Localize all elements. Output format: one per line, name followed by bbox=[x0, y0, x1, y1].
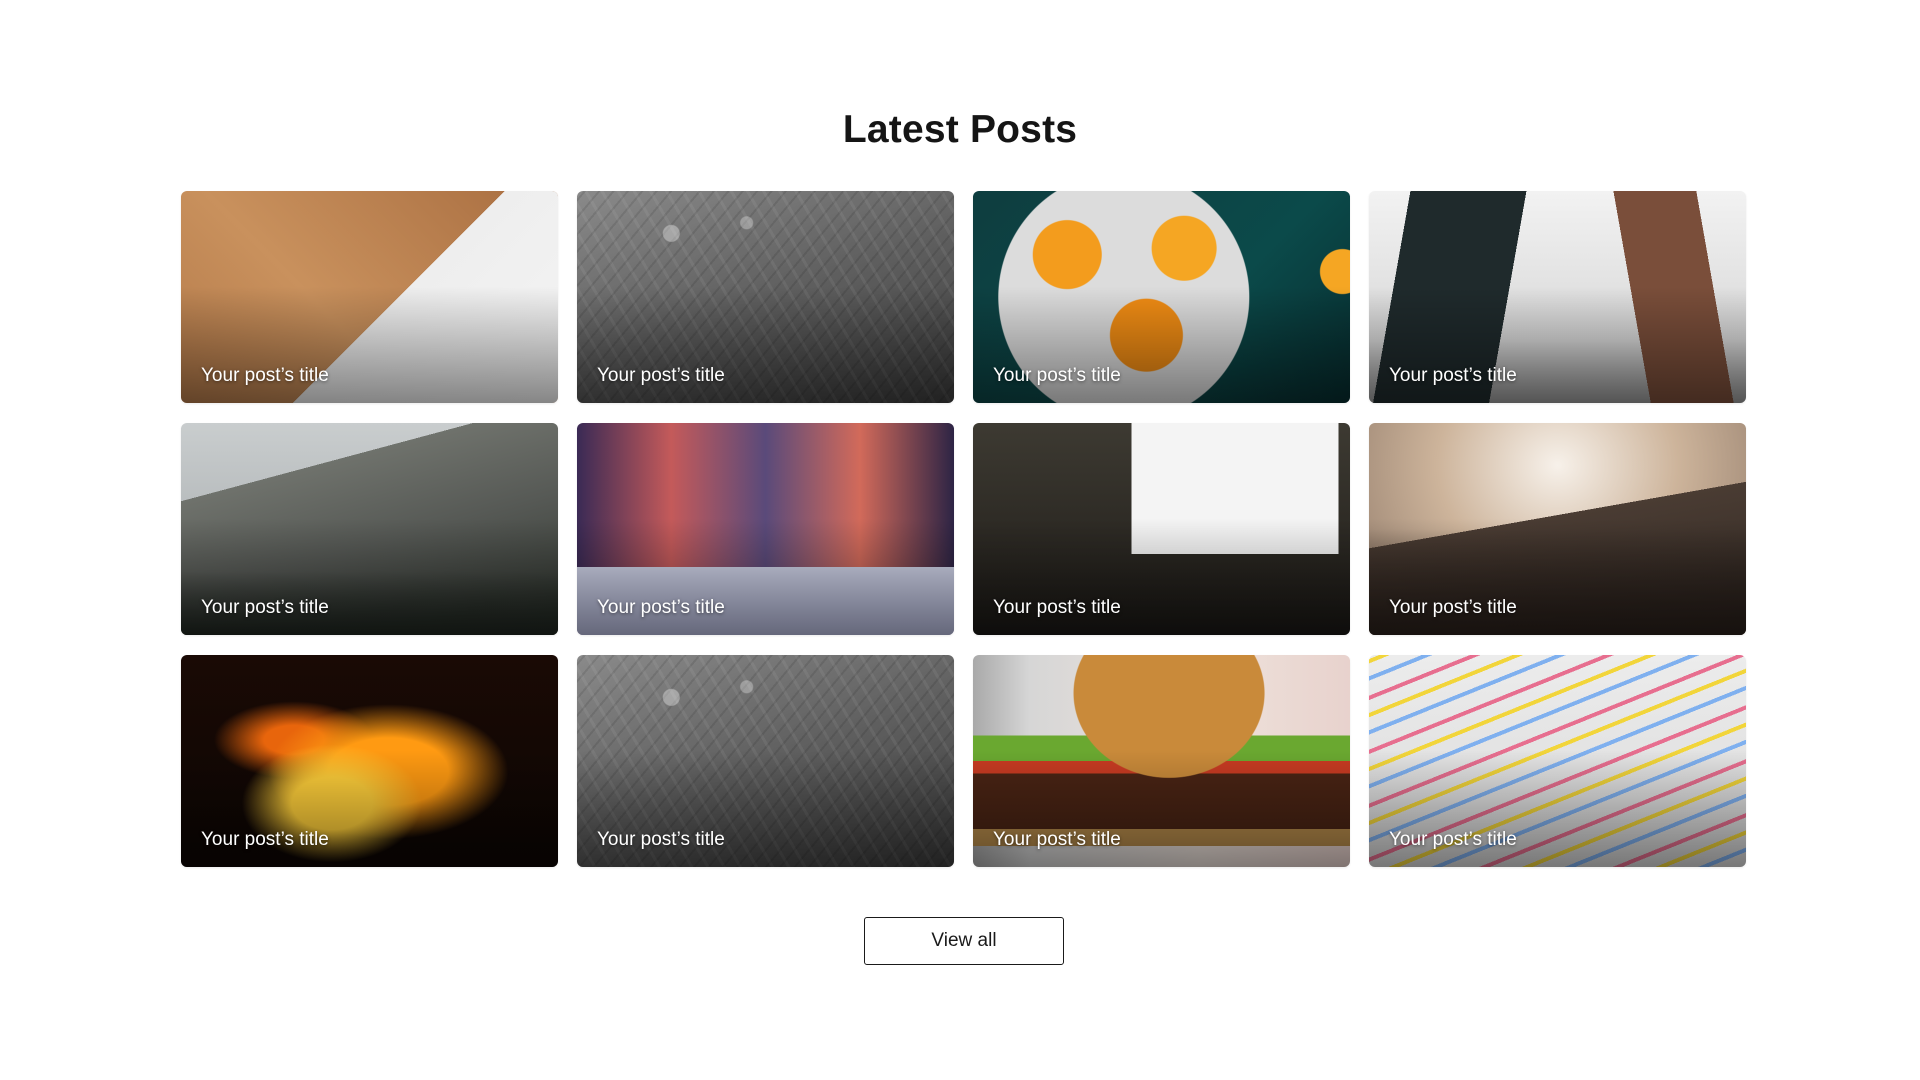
post-card[interactable]: Your post’s title bbox=[973, 655, 1350, 867]
post-title: Your post’s title bbox=[201, 365, 329, 386]
post-card[interactable]: Your post’s title bbox=[181, 655, 558, 867]
post-title: Your post’s title bbox=[993, 365, 1121, 386]
post-title: Your post’s title bbox=[1389, 829, 1517, 850]
post-card[interactable]: Your post’s title bbox=[1369, 423, 1746, 635]
post-card[interactable]: Your post’s title bbox=[181, 191, 558, 403]
posts-grid: Your post’s title Your post’s title Your… bbox=[181, 191, 1747, 867]
post-card[interactable]: Your post’s title bbox=[1369, 655, 1746, 867]
section-title: Latest Posts bbox=[842, 108, 1078, 151]
latest-posts-section: Latest Posts Your post’s title Your post… bbox=[0, 0, 1920, 1080]
post-title: Your post’s title bbox=[597, 365, 725, 386]
post-card[interactable]: Your post’s title bbox=[577, 423, 954, 635]
post-card[interactable]: Your post’s title bbox=[973, 423, 1350, 635]
post-title: Your post’s title bbox=[201, 597, 329, 618]
post-title: Your post’s title bbox=[1389, 365, 1517, 386]
post-title: Your post’s title bbox=[993, 829, 1121, 850]
post-title: Your post’s title bbox=[597, 597, 725, 618]
post-title: Your post’s title bbox=[1389, 597, 1517, 618]
post-card[interactable]: Your post’s title bbox=[973, 191, 1350, 403]
post-card[interactable]: Your post’s title bbox=[1369, 191, 1746, 403]
post-card[interactable]: Your post’s title bbox=[577, 655, 954, 867]
post-card[interactable]: Your post’s title bbox=[577, 191, 954, 403]
post-card[interactable]: Your post’s title bbox=[181, 423, 558, 635]
post-title: Your post’s title bbox=[201, 829, 329, 850]
post-title: Your post’s title bbox=[993, 597, 1121, 618]
view-all-button[interactable]: View all bbox=[864, 917, 1064, 965]
post-title: Your post’s title bbox=[597, 829, 725, 850]
